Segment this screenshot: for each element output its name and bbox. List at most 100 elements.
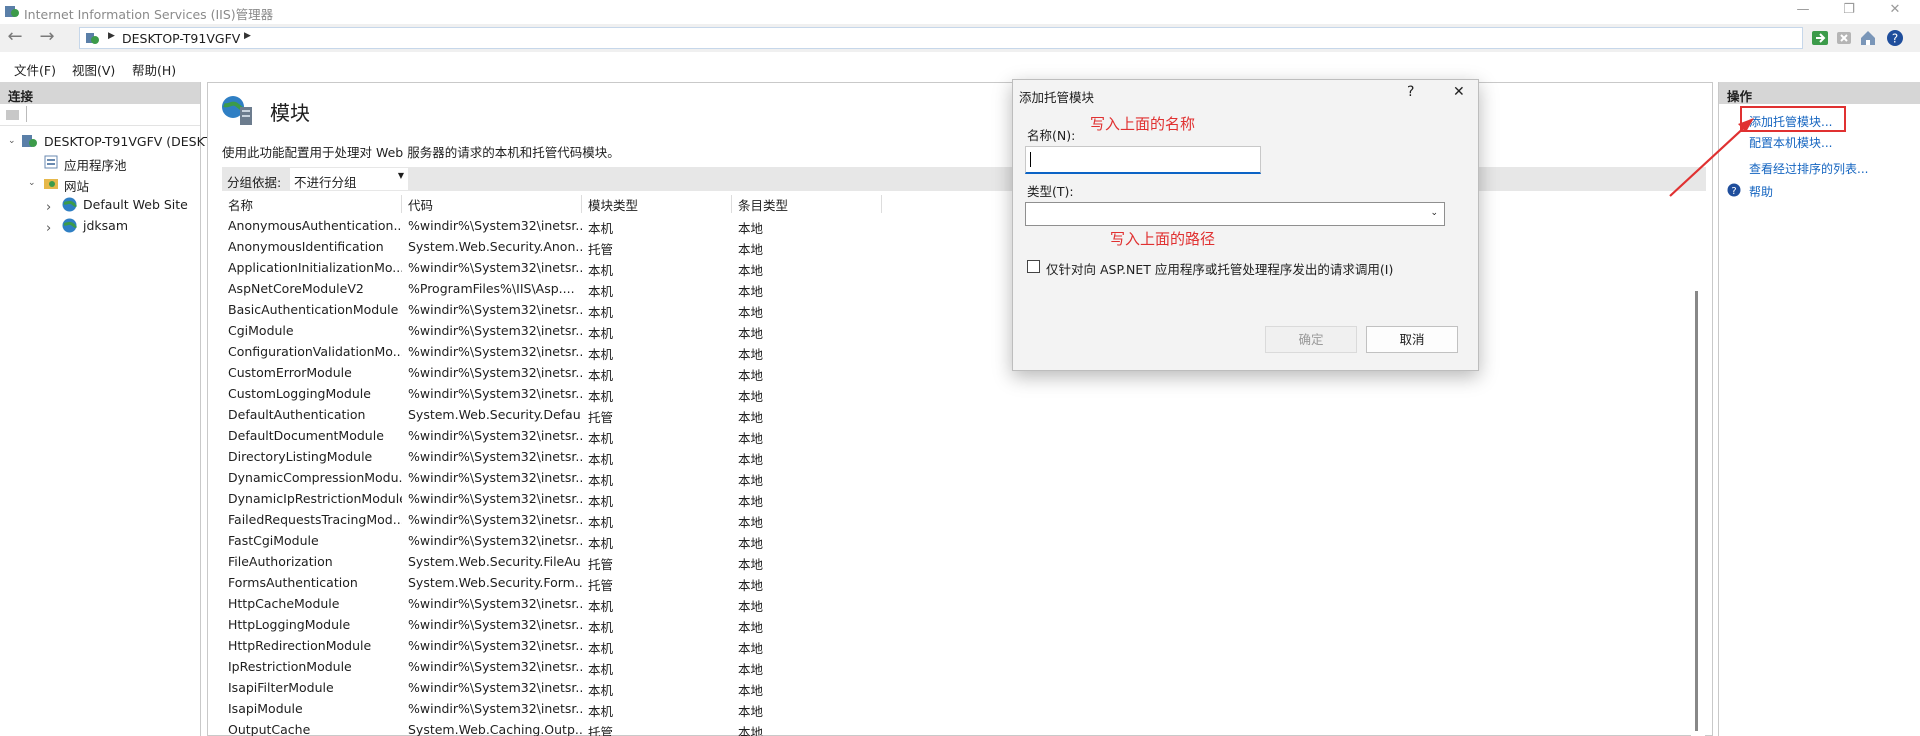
dialog-close-button[interactable]: ✕	[1453, 84, 1465, 100]
table-row[interactable]: IsapiModule %windir%\System32\inetsr... 本机…	[222, 698, 1706, 719]
table-row[interactable]: OutputCache System.Web.Caching.Outp... 托管 本…	[222, 719, 1706, 736]
table-row[interactable]: CustomErrorModule %windir%\System32\inets…	[222, 362, 1706, 383]
tree-node-app-pools[interactable]: 应用程序池	[64, 155, 127, 174]
column-header-code[interactable]: 代码	[402, 195, 582, 213]
close-window-button[interactable]: ✕	[1872, 0, 1918, 22]
cell-module-type: 托管	[588, 578, 614, 593]
chevron-down-icon: ▼	[397, 171, 404, 180]
table-row[interactable]: BasicAuthenticationModule %windir%\System…	[222, 299, 1706, 320]
table-row[interactable]: HttpCacheModule %windir%\System32\inetsr.…	[222, 593, 1706, 614]
view-ordered-list-link[interactable]: 查看经过排序的列表...	[1749, 160, 1868, 177]
aspnet-only-checkbox[interactable]	[1027, 260, 1040, 273]
breadcrumb-arrow-icon[interactable]: ▶	[244, 31, 251, 41]
tree-expander-icon[interactable]: ›	[46, 221, 51, 236]
breadcrumb-arrow-icon[interactable]: ▶	[108, 31, 115, 41]
cell-module-type: 本机	[588, 221, 614, 236]
tree-node-default-web-site[interactable]: Default Web Site	[83, 197, 188, 212]
table-row[interactable]: FailedRequestsTracingMod... %windir%\Syst…	[222, 509, 1706, 530]
maximize-button[interactable]: ❐	[1826, 0, 1872, 22]
back-button[interactable]: ←	[4, 27, 26, 49]
table-row[interactable]: CustomLoggingModule %windir%\System32\ine…	[222, 383, 1706, 404]
table-row[interactable]: DynamicIpRestrictionModule %windir%\Syste…	[222, 488, 1706, 509]
tree-node-sites[interactable]: 网站	[64, 176, 89, 195]
table-row[interactable]: FastCgiModule %windir%\System32\inetsr...…	[222, 530, 1706, 551]
cell-module-type: 本机	[588, 599, 614, 614]
table-row[interactable]: ConfigurationValidationMo... %windir%\Sys…	[222, 341, 1706, 362]
address-path[interactable]: ▶ DESKTOP-T91VGFV ▶	[79, 27, 1803, 49]
cell-name: IsapiFilterModule	[228, 680, 334, 695]
table-row[interactable]: IpRestrictionModule %windir%\System32\ine…	[222, 656, 1706, 677]
group-by-value: 不进行分组	[294, 175, 357, 190]
table-row[interactable]: AnonymousAuthentication... %windir%\Syste…	[222, 215, 1706, 236]
cell-name: HttpLoggingModule	[228, 617, 351, 632]
cell-entry-type: 本地	[738, 305, 764, 320]
cell-module-type: 本机	[588, 452, 614, 467]
home-icon[interactable]	[1858, 28, 1878, 48]
tree-node-jdksam[interactable]: jdksam	[83, 218, 128, 233]
type-combobox[interactable]: ⌄	[1025, 202, 1445, 226]
table-row[interactable]: HttpLoggingModule %windir%\System32\inets…	[222, 614, 1706, 635]
column-header-name[interactable]: 名称	[222, 195, 402, 213]
forward-button[interactable]: →	[36, 27, 58, 49]
cancel-button[interactable]: 取消	[1366, 326, 1458, 353]
breadcrumb-server[interactable]: DESKTOP-T91VGFV	[122, 31, 240, 46]
column-header-module-type[interactable]: 模块类型	[582, 195, 732, 213]
modules-pane: 模块 使用此功能配置用于处理对 Web 服务器的请求的本机和托管代码模块。 分组…	[207, 82, 1713, 736]
cell-code: %windir%\System32\inetsr...	[408, 260, 582, 275]
configure-native-modules-link[interactable]: 配置本机模块...	[1749, 134, 1832, 151]
table-row[interactable]: DirectoryListingModule %windir%\System32\…	[222, 446, 1706, 467]
cell-name: FormsAuthentication	[228, 575, 358, 590]
tree-expander-icon[interactable]: ›	[46, 200, 51, 215]
table-row[interactable]: FileAuthorization System.Web.Security.Fil…	[222, 551, 1706, 572]
server-node-icon	[22, 135, 37, 147]
cell-code: %windir%\System32\inetsr...	[408, 344, 582, 359]
table-row[interactable]: IsapiFilterModule %windir%\System32\inets…	[222, 677, 1706, 698]
menu-view[interactable]: 视图(V)	[72, 60, 115, 79]
app-pool-icon	[44, 155, 58, 169]
table-row[interactable]: AnonymousIdentification System.Web.Securi…	[222, 236, 1706, 257]
cell-name: DynamicCompressionModu...	[228, 470, 402, 485]
dialog-help-button[interactable]: ?	[1407, 84, 1414, 100]
cell-entry-type: 本地	[738, 725, 764, 736]
cell-code: %windir%\System32\inetsr...	[408, 638, 582, 653]
cell-name: DefaultDocumentModule	[228, 428, 384, 443]
cell-module-type: 本机	[588, 536, 614, 551]
cell-code: System.Web.Caching.Outp...	[408, 722, 582, 736]
table-row[interactable]: AspNetCoreModuleV2 %ProgramFiles%\IIS\Asp…	[222, 278, 1706, 299]
column-header-entry-type[interactable]: 条目类型	[732, 195, 882, 213]
table-row[interactable]: DynamicCompressionModu... %windir%\System…	[222, 467, 1706, 488]
menu-file[interactable]: 文件(F)	[14, 60, 56, 79]
create-connection-icon[interactable]	[6, 109, 20, 121]
cell-module-type: 本机	[588, 263, 614, 278]
table-row[interactable]: DefaultAuthentication System.Web.Security…	[222, 404, 1706, 425]
page-title: 模块	[270, 101, 310, 125]
cell-module-type: 本机	[588, 620, 614, 635]
help-menu-icon[interactable]: ?	[1886, 28, 1906, 48]
add-managed-module-link[interactable]: 添加托管模块...	[1749, 113, 1832, 130]
cell-entry-type: 本地	[738, 368, 764, 383]
refresh-icon[interactable]	[1810, 28, 1830, 48]
table-row[interactable]: FormsAuthentication System.Web.Security.F…	[222, 572, 1706, 593]
address-bar: ← → ▶ DESKTOP-T91VGFV ▶ ?	[0, 24, 1920, 52]
help-link[interactable]: 帮助	[1749, 183, 1773, 200]
cell-entry-type: 本地	[738, 641, 764, 656]
iis-app-icon	[5, 6, 19, 17]
table-row[interactable]: CgiModule %windir%\System32\inetsr... 本机 本地	[222, 320, 1706, 341]
tree-node-server[interactable]: DESKTOP-T91VGFV (DESKT	[44, 134, 211, 149]
name-input[interactable]	[1025, 146, 1261, 174]
tree-expander-icon[interactable]: ⌄	[28, 178, 36, 188]
table-row[interactable]: HttpRedirectionModule %windir%\System32\i…	[222, 635, 1706, 656]
minimize-button[interactable]: —	[1780, 0, 1826, 22]
group-by-select[interactable]: 不进行分组 ▼	[290, 168, 408, 190]
table-row[interactable]: ApplicationInitializationMo... %windir%\S…	[222, 257, 1706, 278]
aspnet-only-label[interactable]: 仅针对向 ASP.NET 应用程序或托管处理程序发出的请求调用(I)	[1046, 259, 1393, 278]
menu-help[interactable]: 帮助(H)	[132, 60, 176, 79]
table-row[interactable]: DefaultDocumentModule %windir%\System32\i…	[222, 425, 1706, 446]
scrollbar-thumb[interactable]	[1695, 291, 1698, 731]
tree-expander-icon[interactable]: ⌄	[8, 136, 16, 146]
cell-module-type: 托管	[588, 242, 614, 257]
vertical-scrollbar[interactable]	[1691, 211, 1705, 736]
stop-icon[interactable]	[1834, 28, 1854, 48]
actions-panel: 操作 添加托管模块... 配置本机模块... 查看经过排序的列表... ? 帮助	[1718, 82, 1920, 736]
ok-button[interactable]: 确定	[1265, 326, 1357, 353]
